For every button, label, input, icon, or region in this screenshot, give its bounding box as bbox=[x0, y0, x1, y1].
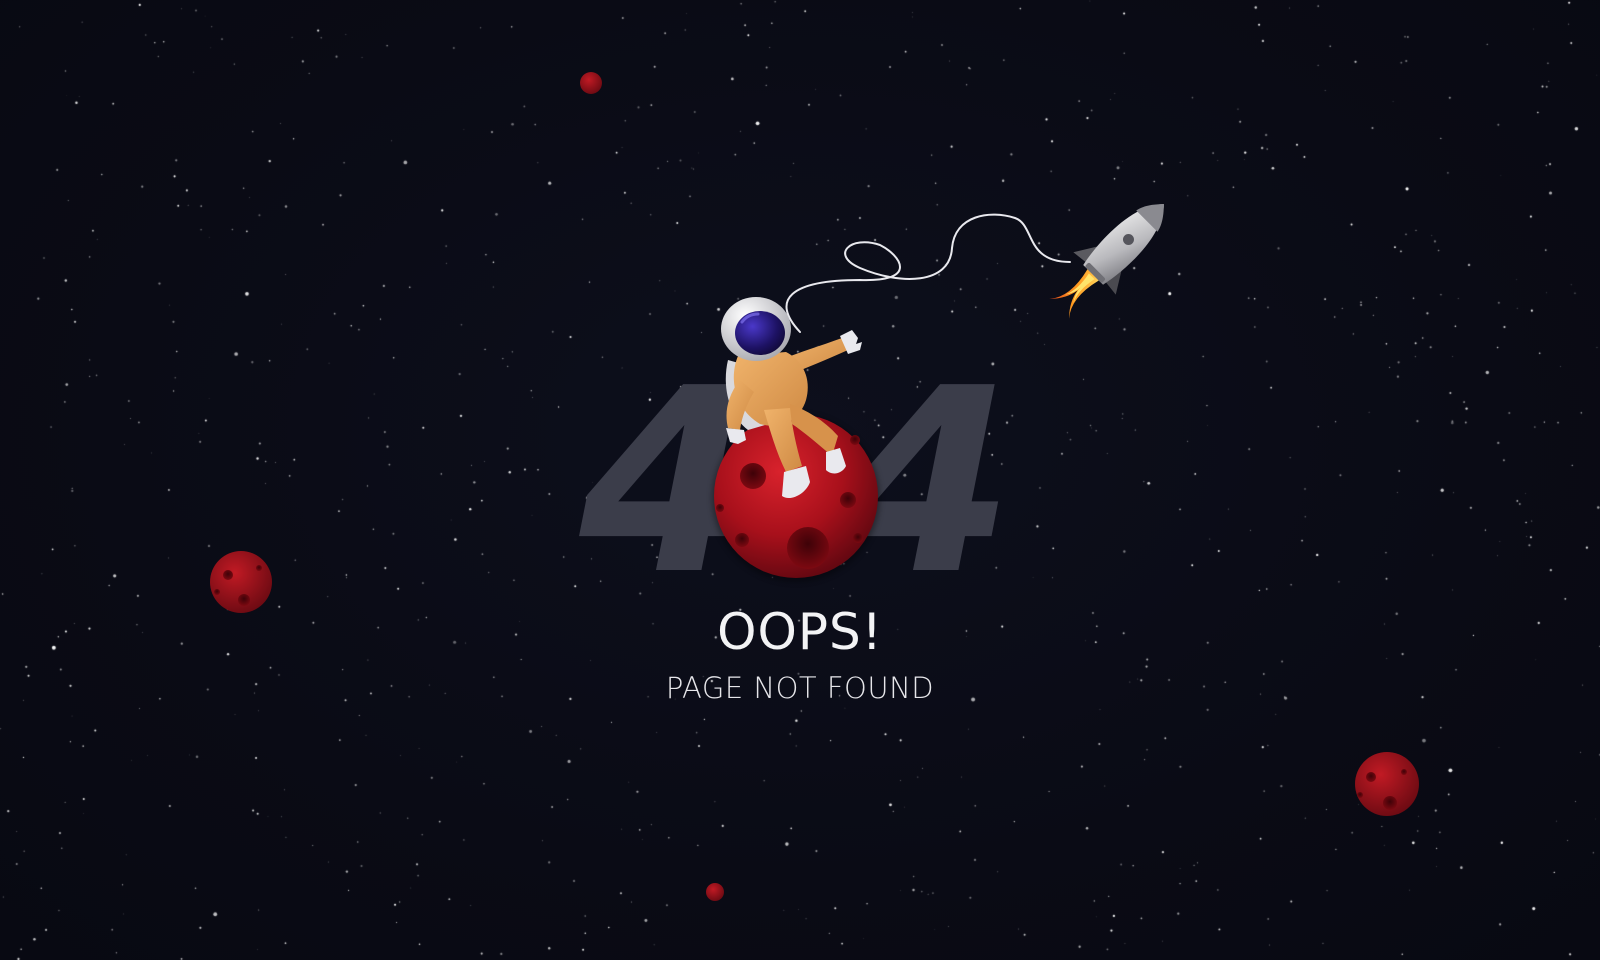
error-title: OOPS! bbox=[717, 603, 883, 661]
small-planet-icon bbox=[1355, 752, 1419, 816]
error-404-page: 4 4 OOPS! PAGE NOT FOUND bbox=[0, 0, 1600, 960]
error-message: PAGE NOT FOUND bbox=[665, 671, 935, 705]
tiny-planet-icon bbox=[706, 883, 724, 901]
tether-icon bbox=[785, 213, 1071, 333]
space-illustration: 4 4 bbox=[210, 72, 1419, 901]
rocket-icon bbox=[1049, 204, 1164, 319]
tiny-planet-icon bbox=[580, 72, 602, 94]
